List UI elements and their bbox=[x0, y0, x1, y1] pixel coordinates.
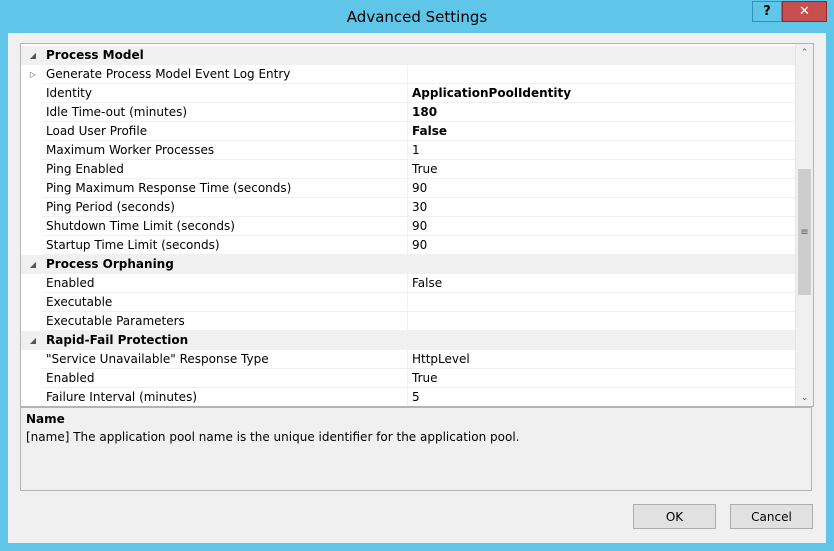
property-grid: ◢ Process Model ▷ Generate Process Model Ev… bbox=[20, 43, 814, 407]
property-value[interactable]: 90 bbox=[407, 236, 796, 255]
row-indent bbox=[24, 160, 42, 179]
property-row[interactable]: Ping Enabled True bbox=[21, 160, 796, 179]
property-grid-rows: ◢ Process Model ▷ Generate Process Model Ev… bbox=[21, 46, 796, 406]
description-text: [name] The application pool name is the … bbox=[26, 430, 520, 444]
property-name: Startup Time Limit (seconds) bbox=[42, 236, 407, 255]
row-indent bbox=[24, 198, 42, 217]
property-value[interactable]: True bbox=[407, 160, 796, 179]
category-label: Rapid-Fail Protection bbox=[46, 333, 189, 347]
property-value[interactable]: ApplicationPoolIdentity bbox=[407, 84, 796, 103]
property-value[interactable] bbox=[407, 312, 796, 331]
row-indent bbox=[24, 274, 42, 293]
property-name: Failure Interval (minutes) bbox=[42, 388, 407, 406]
property-name: Identity bbox=[42, 84, 407, 103]
property-row[interactable]: Idle Time-out (minutes) 180 bbox=[21, 103, 796, 122]
property-name: Shutdown Time Limit (seconds) bbox=[42, 217, 407, 236]
close-button[interactable]: ✕ bbox=[782, 1, 827, 22]
row-indent bbox=[24, 312, 42, 331]
property-row[interactable]: Executable bbox=[21, 293, 796, 312]
row-indent bbox=[24, 217, 42, 236]
property-row[interactable]: Shutdown Time Limit (seconds) 90 bbox=[21, 217, 796, 236]
title-bar[interactable]: Advanced Settings ? ✕ bbox=[0, 0, 834, 33]
row-indent bbox=[24, 84, 42, 103]
row-indent bbox=[24, 388, 42, 406]
property-value[interactable]: 180 bbox=[407, 103, 796, 122]
property-value[interactable]: HttpLevel bbox=[407, 350, 796, 369]
property-row[interactable]: Failure Interval (minutes) 5 bbox=[21, 388, 796, 406]
dialog-client-area: ◢ Process Model ▷ Generate Process Model Ev… bbox=[8, 33, 826, 543]
scroll-thumb[interactable]: ≡ bbox=[798, 169, 811, 295]
property-value[interactable]: 5 bbox=[407, 388, 796, 406]
property-value[interactable]: True bbox=[407, 369, 796, 388]
row-indent bbox=[24, 141, 42, 160]
property-name: Ping Enabled bbox=[42, 160, 407, 179]
property-value[interactable]: 1 bbox=[407, 141, 796, 160]
property-value[interactable] bbox=[407, 293, 796, 312]
property-value[interactable]: 90 bbox=[407, 217, 796, 236]
property-value[interactable]: 30 bbox=[407, 198, 796, 217]
description-panel: Name [name] The application pool name is… bbox=[20, 407, 812, 491]
row-indent bbox=[24, 369, 42, 388]
row-indent bbox=[24, 122, 42, 141]
property-value[interactable]: False bbox=[407, 274, 796, 293]
property-name: Maximum Worker Processes bbox=[42, 141, 407, 160]
property-row[interactable]: Enabled False bbox=[21, 274, 796, 293]
help-button[interactable]: ? bbox=[752, 1, 782, 22]
property-name: Idle Time-out (minutes) bbox=[42, 103, 407, 122]
property-value[interactable] bbox=[407, 65, 796, 84]
row-indent bbox=[24, 293, 42, 312]
collapse-icon[interactable]: ◢ bbox=[24, 46, 42, 65]
vertical-scrollbar[interactable]: ⌃ ≡ ⌄ bbox=[795, 44, 813, 406]
description-title: Name bbox=[26, 412, 65, 426]
property-name: Executable Parameters bbox=[42, 312, 407, 331]
row-indent bbox=[24, 103, 42, 122]
scroll-down-icon[interactable]: ⌄ bbox=[796, 389, 813, 406]
cancel-button[interactable]: Cancel bbox=[730, 504, 813, 529]
property-row[interactable]: Executable Parameters bbox=[21, 312, 796, 331]
category-row[interactable]: ◢ Rapid-Fail Protection bbox=[21, 331, 796, 350]
dialog-title: Advanced Settings bbox=[346, 8, 488, 26]
property-row[interactable]: ▷ Generate Process Model Event Log Entry bbox=[21, 65, 796, 84]
property-row[interactable]: Maximum Worker Processes 1 bbox=[21, 141, 796, 160]
property-row[interactable]: Ping Maximum Response Time (seconds) 90 bbox=[21, 179, 796, 198]
advanced-settings-dialog: Advanced Settings ? ✕ ◢ Process Model ▷ Gen… bbox=[0, 0, 834, 551]
property-name: Ping Period (seconds) bbox=[42, 198, 407, 217]
row-indent bbox=[24, 179, 42, 198]
collapse-icon[interactable]: ◢ bbox=[24, 331, 42, 350]
property-row[interactable]: Load User Profile False bbox=[21, 122, 796, 141]
property-name: Enabled bbox=[42, 274, 407, 293]
property-row[interactable]: "Service Unavailable" Response Type HttpL… bbox=[21, 350, 796, 369]
expand-icon[interactable]: ▷ bbox=[24, 65, 42, 84]
property-name: Ping Maximum Response Time (seconds) bbox=[42, 179, 407, 198]
category-row[interactable]: ◢ Process Model bbox=[21, 46, 796, 65]
category-label: Process Orphaning bbox=[46, 257, 174, 271]
property-name: Executable bbox=[42, 293, 407, 312]
row-indent bbox=[24, 350, 42, 369]
property-value[interactable]: 90 bbox=[407, 179, 796, 198]
property-name: "Service Unavailable" Response Type bbox=[42, 350, 407, 369]
property-name: Generate Process Model Event Log Entry bbox=[42, 65, 407, 84]
ok-button[interactable]: OK bbox=[633, 504, 716, 529]
property-row[interactable]: Startup Time Limit (seconds) 90 bbox=[21, 236, 796, 255]
collapse-icon[interactable]: ◢ bbox=[24, 255, 42, 274]
property-row[interactable]: Identity ApplicationPoolIdentity bbox=[21, 84, 796, 103]
category-label: Process Model bbox=[46, 48, 144, 62]
property-name: Load User Profile bbox=[42, 122, 407, 141]
property-row[interactable]: Enabled True bbox=[21, 369, 796, 388]
property-value[interactable]: False bbox=[407, 122, 796, 141]
scroll-up-icon[interactable]: ⌃ bbox=[796, 44, 813, 61]
property-row[interactable]: Ping Period (seconds) 30 bbox=[21, 198, 796, 217]
row-indent bbox=[24, 236, 42, 255]
property-name: Enabled bbox=[42, 369, 407, 388]
category-row[interactable]: ◢ Process Orphaning bbox=[21, 255, 796, 274]
